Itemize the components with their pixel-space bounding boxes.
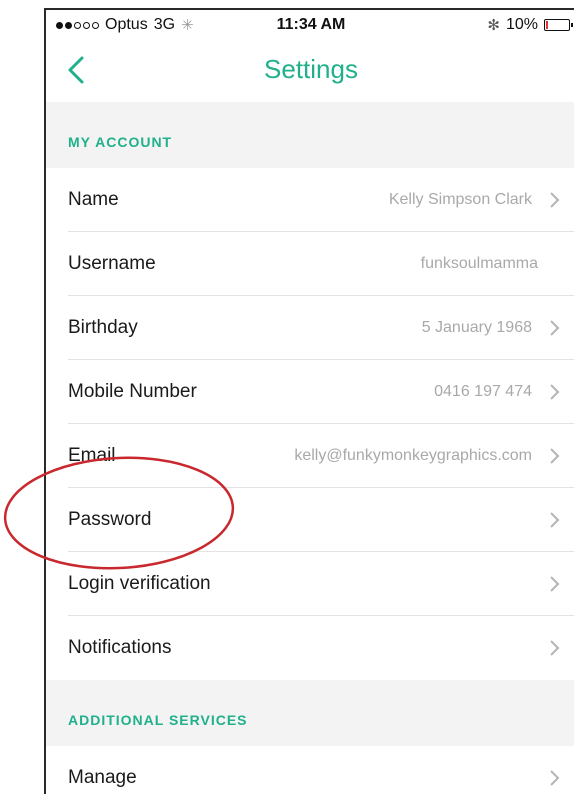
- row-label: Email: [68, 445, 116, 466]
- row-label: Name: [68, 189, 119, 210]
- chevron-right-icon: [550, 320, 560, 336]
- row-label: Mobile Number: [68, 381, 197, 402]
- row-label: Notifications: [68, 637, 172, 658]
- status-right: ✻ 10%: [487, 16, 573, 34]
- settings-row-notifications[interactable]: Notifications: [46, 616, 574, 680]
- chevron-right-icon: [550, 192, 560, 208]
- row-value: 0416 197 474: [434, 383, 532, 400]
- settings-row-username: Username funksoulmamma: [46, 232, 574, 296]
- chevron-right-icon: [550, 576, 560, 592]
- row-label: Birthday: [68, 317, 138, 338]
- settings-row-email[interactable]: Email kelly@funkymonkeygraphics.com: [46, 424, 574, 488]
- settings-row-login-verification[interactable]: Login verification: [46, 552, 574, 616]
- section-label: ADDITIONAL SERVICES: [68, 712, 248, 728]
- chevron-right-icon: [550, 640, 560, 656]
- battery-icon: [544, 19, 573, 31]
- page-title: Settings: [264, 54, 358, 84]
- row-label: Password: [68, 509, 152, 530]
- section-label: MY ACCOUNT: [68, 134, 173, 150]
- section-header-my-account: MY ACCOUNT: [46, 102, 574, 168]
- row-value: kelly@funkymonkeygraphics.com: [294, 447, 532, 464]
- settings-row-manage[interactable]: Manage: [46, 746, 574, 794]
- section-header-additional-services: ADDITIONAL SERVICES: [46, 680, 574, 746]
- row-label: Login verification: [68, 573, 211, 594]
- navigation-bar: Settings: [46, 40, 574, 102]
- battery-percent: 10%: [505, 16, 538, 33]
- row-label: Username: [68, 253, 156, 274]
- status-bar: Optus 3G ✳ 11:34 AM ✻ 10%: [46, 10, 574, 40]
- row-value: funksoulmamma: [420, 255, 538, 272]
- chevron-right-icon: [550, 384, 560, 400]
- chevron-right-icon: [550, 512, 560, 528]
- bluetooth-icon: ✻: [487, 17, 500, 34]
- chevron-right-icon: [550, 770, 560, 786]
- row-value: 5 January 1968: [421, 319, 532, 336]
- settings-row-mobile-number[interactable]: Mobile Number 0416 197 474: [46, 360, 574, 424]
- settings-row-birthday[interactable]: Birthday 5 January 1968: [46, 296, 574, 360]
- chevron-right-icon: [550, 448, 560, 464]
- row-label: Manage: [68, 767, 137, 788]
- row-value: Kelly Simpson Clark: [388, 191, 532, 208]
- settings-row-password[interactable]: Password: [46, 488, 574, 552]
- phone-screen: Optus 3G ✳ 11:34 AM ✻ 10% Settings MY AC…: [44, 8, 574, 794]
- settings-row-name[interactable]: Name Kelly Simpson Clark: [46, 168, 574, 232]
